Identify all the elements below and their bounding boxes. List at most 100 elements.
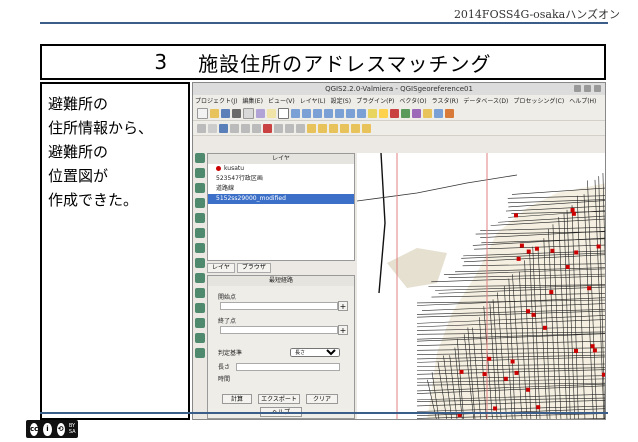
open-project-icon[interactable] [210,108,219,118]
label-rotate-icon[interactable] [351,123,360,133]
identify-icon[interactable] [368,108,377,118]
pan-to-selection-icon[interactable] [278,107,289,119]
license-badge-text: BY SA [68,423,76,435]
add-spatialite-icon[interactable] [195,198,205,208]
export-button[interactable]: エクスポート [258,394,300,404]
move-feature-icon[interactable] [241,123,250,133]
print-icon[interactable] [243,107,254,119]
pan-icon[interactable] [267,108,276,118]
end-point-pick-icon[interactable]: + [338,325,348,335]
paste-icon[interactable] [296,123,305,133]
start-point-field[interactable] [220,302,338,310]
new-project-icon[interactable] [197,107,208,119]
point-symbol-icon [216,166,221,171]
zoom-last-icon[interactable] [346,108,355,118]
layer-name: 523547行政区画 [216,175,263,182]
menu-view[interactable]: ビュー(V) [268,96,295,105]
menu-settings[interactable]: 設定(S) [331,96,352,105]
label-icon[interactable] [307,123,316,133]
start-point-pick-icon[interactable]: + [338,301,348,311]
zoom-out-icon[interactable] [302,108,311,118]
map-canvas[interactable] [357,153,605,419]
layer-item-admin[interactable]: 523547行政区画 [208,174,354,184]
shelter-marker [574,348,579,353]
new-gpx-icon[interactable] [195,333,205,343]
clear-button[interactable]: クリア [306,394,338,404]
maximize-icon[interactable] [584,85,591,92]
menu-project[interactable]: プロジェクト(J) [195,96,237,105]
shelter-marker [516,256,521,261]
end-point-field[interactable] [220,326,338,334]
minimize-icon[interactable] [574,85,581,92]
label-show-icon[interactable] [329,123,338,133]
shelter-marker [526,309,531,314]
shelter-marker [565,264,570,269]
menu-raster[interactable]: ラスタ(R) [432,96,459,105]
criterion-select[interactable]: 長さ [290,348,340,357]
shelter-marker [487,356,492,361]
add-postgis-icon[interactable] [195,183,205,193]
composer-icon[interactable] [256,108,265,118]
menu-help[interactable]: ヘルプ(H) [569,96,596,105]
save-project-icon[interactable] [221,108,230,118]
criterion-label: 判定基準 [218,350,243,357]
shelter-marker [510,359,515,364]
menu-database[interactable]: データベース(D) [463,96,508,105]
add-mssql-icon[interactable] [195,213,205,223]
select-icon[interactable] [379,108,388,118]
menu-processing[interactable]: プロセッシング(C) [513,96,564,105]
save-edits-icon[interactable] [219,123,228,133]
zoom-next-icon[interactable] [357,108,366,118]
layer-item-raster[interactable]: 5152ss29000_modified [208,194,354,204]
tab-layers[interactable]: レイヤ [207,263,235,273]
map-tips-icon[interactable] [423,108,432,118]
shelter-marker [574,250,579,255]
node-tool-icon[interactable] [252,123,261,133]
tab-browser[interactable]: ブラウザ [236,263,271,273]
menu-vector[interactable]: ベクタ(O) [399,96,426,105]
shelter-marker [526,249,531,254]
menu-layer[interactable]: レイヤ(L) [300,96,326,105]
attribute-table-icon[interactable] [401,108,410,118]
label-pin-icon[interactable] [318,123,327,133]
measure-icon[interactable] [412,108,421,118]
add-wcs-icon[interactable] [195,258,205,268]
new-spatialite-icon[interactable] [195,318,205,328]
delete-selected-icon[interactable] [263,123,272,133]
label-move-icon[interactable] [340,123,349,133]
add-delimited-text-icon[interactable] [195,288,205,298]
add-raster-icon[interactable] [195,168,205,178]
menu-plugins[interactable]: プラグイン(P) [356,96,394,105]
shelter-marker [531,312,536,317]
zoom-selection-icon[interactable] [335,108,344,118]
label-change-icon[interactable] [362,123,371,133]
pencil-icon[interactable] [197,123,206,133]
add-oracle-icon[interactable] [195,228,205,238]
add-vector-icon[interactable] [195,153,205,163]
calculate-button[interactable]: 計算 [222,394,252,404]
conference-label: 2014FOSS4G-osakaハンズオン [453,8,620,21]
annotation-icon[interactable] [445,108,454,118]
zoom-in-icon[interactable] [291,108,300,118]
layer-item-roads[interactable]: 道路線 [208,184,354,194]
shelter-marker [549,290,554,295]
layer-item-kusatu[interactable]: kusatu [208,164,354,174]
copy-icon[interactable] [285,123,294,133]
cut-icon[interactable] [274,123,283,133]
remove-layer-icon[interactable] [195,348,205,358]
bookmark-icon[interactable] [434,108,443,118]
zoom-full-icon[interactable] [313,108,322,118]
save-as-icon[interactable] [232,108,241,118]
add-wfs-icon[interactable] [195,273,205,283]
shelter-marker [519,243,524,248]
add-feature-icon[interactable] [230,123,239,133]
new-shapefile-icon[interactable] [195,303,205,313]
close-icon[interactable] [594,85,601,92]
time-label: 時間 [218,376,231,383]
window-title: QGIS2.2.0-Valmiera - QGISgeoreference01 [325,85,473,93]
zoom-layer-icon[interactable] [324,108,333,118]
edit-icon[interactable] [208,123,217,133]
deselect-icon[interactable] [390,108,399,118]
add-wms-icon[interactable] [195,243,205,253]
menu-edit[interactable]: 編集(E) [242,96,262,105]
